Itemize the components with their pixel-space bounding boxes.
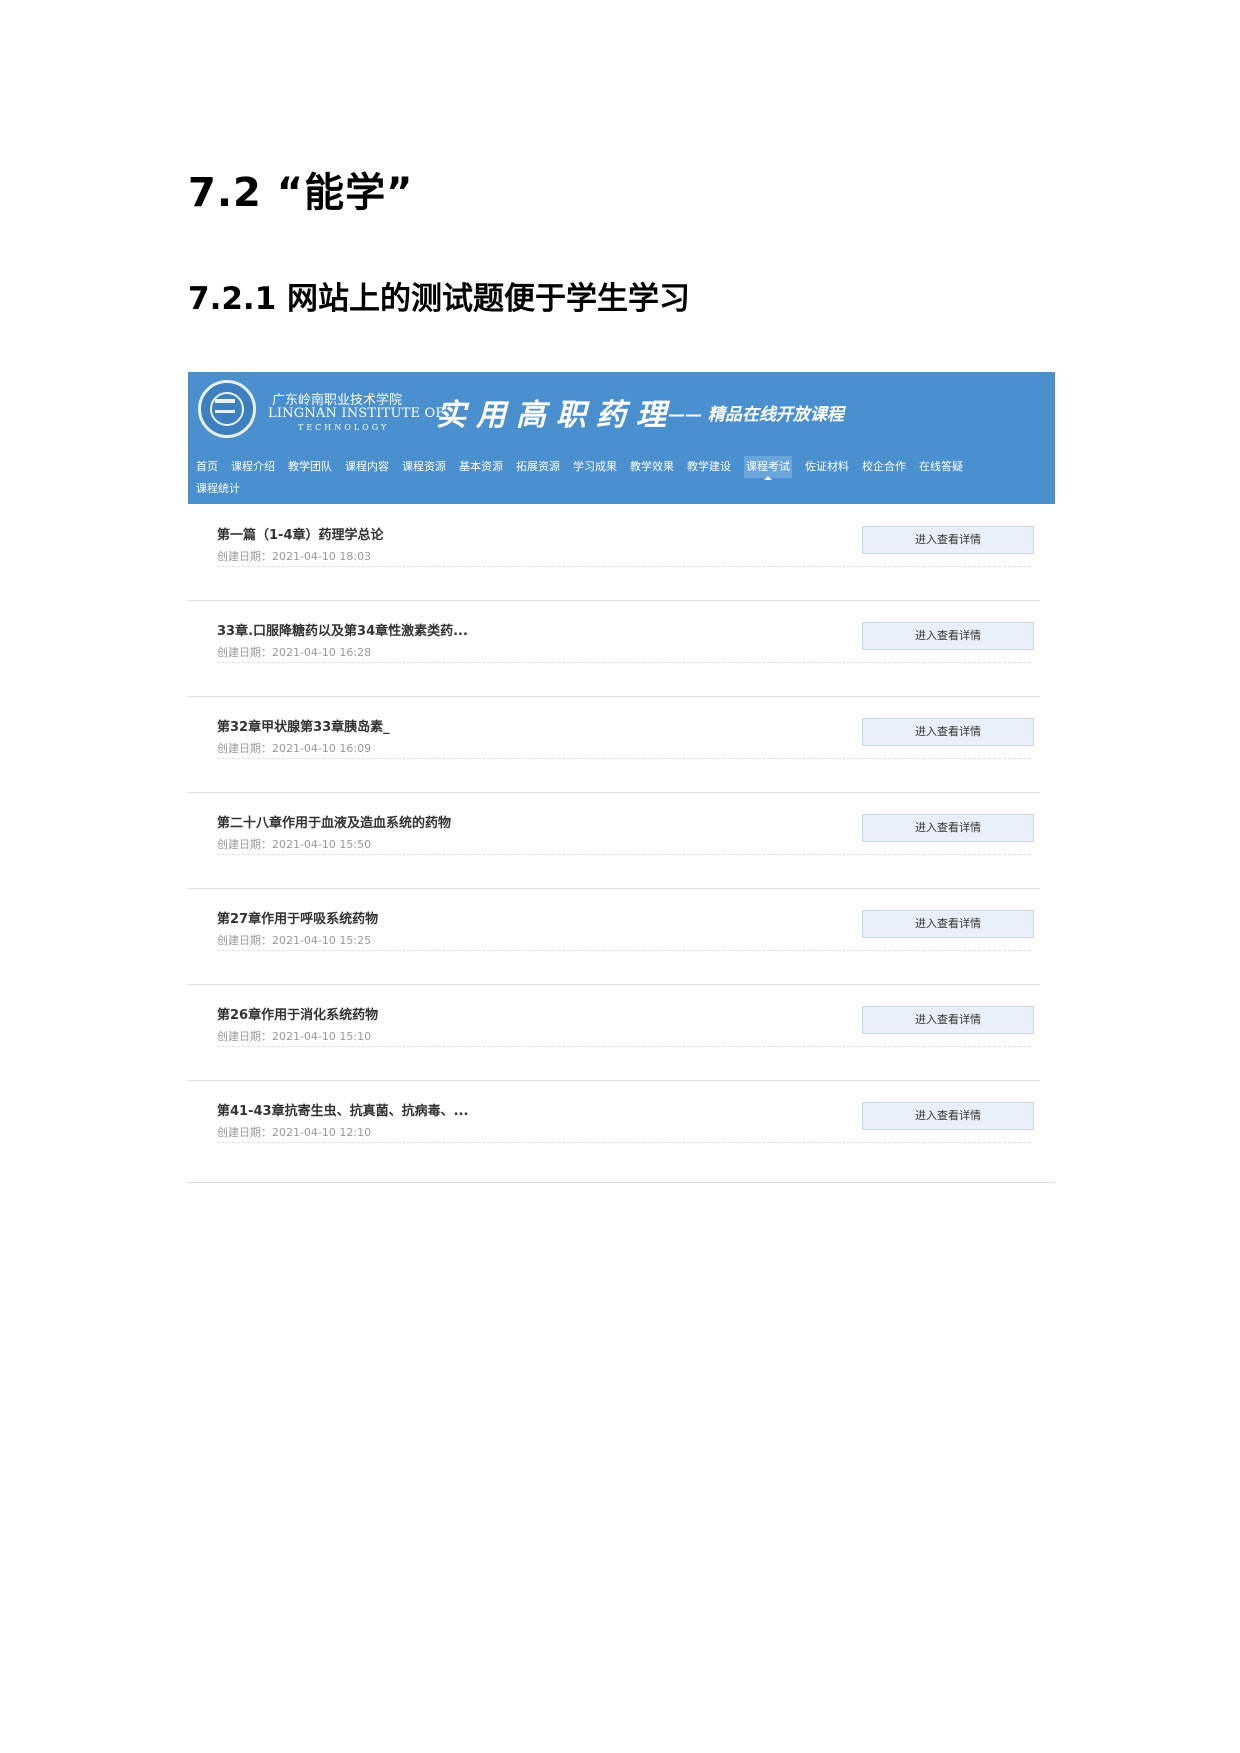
- divider: [217, 950, 1031, 951]
- nav-item-cooperation[interactable]: 校企合作: [862, 456, 906, 478]
- nav-item-basic-resources[interactable]: 基本资源: [459, 456, 503, 478]
- item-title[interactable]: 第一篇（1-4章）药理学总论: [217, 524, 384, 543]
- nav-item-statistics[interactable]: 课程统计: [196, 478, 240, 500]
- nav-item-team[interactable]: 教学团队: [288, 456, 332, 478]
- view-details-button[interactable]: 进入查看详情: [862, 814, 1034, 842]
- view-details-button[interactable]: 进入查看详情: [862, 526, 1034, 554]
- school-name-en: LINGNAN INSTITUTE OF: [268, 406, 445, 421]
- main-nav: 首页 课程介绍 教学团队 课程内容 课程资源 基本资源 拓展资源 学习成果 教学效果 教学建设 课程…: [196, 456, 1046, 500]
- nav-item-evidence[interactable]: 佐证材料: [805, 456, 849, 478]
- section-heading: 7.2 “能学”: [188, 170, 414, 216]
- view-details-button[interactable]: 进入查看详情: [862, 910, 1034, 938]
- divider: [217, 1142, 1031, 1143]
- nav-item-exam[interactable]: 课程考试: [744, 456, 792, 480]
- view-details-button[interactable]: 进入查看详情: [862, 1102, 1034, 1130]
- list-item: 第32章甲状腺第33章胰岛素_ 创建日期：2021-04-10 16:09 进入…: [188, 696, 1040, 793]
- site-header-banner: 广东岭南职业技术学院 LINGNAN INSTITUTE OF TECHNOLO…: [188, 372, 1055, 504]
- item-title[interactable]: 33章.口服降糖药以及第34章性激素类药...: [217, 620, 468, 639]
- school-emblem-icon[interactable]: [198, 380, 256, 438]
- divider: [217, 566, 1031, 567]
- list-item: 第27章作用于呼吸系统药物 创建日期：2021-04-10 15:25 进入查看…: [188, 888, 1040, 985]
- item-date: 创建日期：2021-04-10 15:50: [217, 838, 372, 851]
- course-title: 实用高职药理: [436, 398, 676, 433]
- school-name-en-line2: TECHNOLOGY: [298, 423, 390, 432]
- list-item: 第二十八章作用于血液及造血系统的药物 创建日期：2021-04-10 15:50…: [188, 792, 1040, 889]
- item-title[interactable]: 第27章作用于呼吸系统药物: [217, 908, 378, 927]
- divider: [217, 662, 1031, 663]
- view-details-button[interactable]: 进入查看详情: [862, 622, 1034, 650]
- nav-item-achievements[interactable]: 学习成果: [573, 456, 617, 478]
- nav-item-construction[interactable]: 教学建设: [687, 456, 731, 478]
- list-item: 第一篇（1-4章）药理学总论 创建日期：2021-04-10 18:03 进入查…: [188, 504, 1040, 601]
- course-subtitle: —— 精品在线开放课程: [668, 405, 844, 425]
- nav-item-home[interactable]: 首页: [196, 456, 218, 478]
- nav-item-extended-resources[interactable]: 拓展资源: [516, 456, 560, 478]
- subsection-heading: 7.2.1 网站上的测试题便于学生学习: [188, 281, 691, 317]
- divider: [217, 854, 1031, 855]
- item-date: 创建日期：2021-04-10 16:28: [217, 646, 372, 659]
- item-title[interactable]: 第26章作用于消化系统药物: [217, 1004, 378, 1023]
- nav-item-intro[interactable]: 课程介绍: [231, 456, 275, 478]
- list-bottom-border: [188, 1182, 1055, 1183]
- item-title[interactable]: 第32章甲状腺第33章胰岛素_: [217, 716, 390, 735]
- nav-item-resources[interactable]: 课程资源: [402, 456, 446, 478]
- nav-item-content[interactable]: 课程内容: [345, 456, 389, 478]
- view-details-button[interactable]: 进入查看详情: [862, 1006, 1034, 1034]
- item-date: 创建日期：2021-04-10 16:09: [217, 742, 372, 755]
- divider: [217, 1046, 1031, 1047]
- item-date: 创建日期：2021-04-10 15:25: [217, 934, 372, 947]
- item-date: 创建日期：2021-04-10 15:10: [217, 1030, 372, 1043]
- item-date: 创建日期：2021-04-10 18:03: [217, 550, 372, 563]
- list-item: 第26章作用于消化系统药物 创建日期：2021-04-10 15:10 进入查看…: [188, 984, 1040, 1081]
- item-title[interactable]: 第41-43章抗寄生虫、抗真菌、抗病毒、...: [217, 1100, 468, 1119]
- list-item: 33章.口服降糖药以及第34章性激素类药... 创建日期：2021-04-10 …: [188, 600, 1040, 697]
- item-title[interactable]: 第二十八章作用于血液及造血系统的药物: [217, 812, 451, 831]
- item-date: 创建日期：2021-04-10 12:10: [217, 1126, 372, 1139]
- nav-item-effect[interactable]: 教学效果: [630, 456, 674, 478]
- divider: [217, 758, 1031, 759]
- view-details-button[interactable]: 进入查看详情: [862, 718, 1034, 746]
- nav-item-qa[interactable]: 在线答疑: [919, 456, 963, 478]
- list-item: 第41-43章抗寄生虫、抗真菌、抗病毒、... 创建日期：2021-04-10 …: [188, 1080, 1040, 1176]
- website-screenshot: 广东岭南职业技术学院 LINGNAN INSTITUTE OF TECHNOLO…: [188, 372, 1055, 1184]
